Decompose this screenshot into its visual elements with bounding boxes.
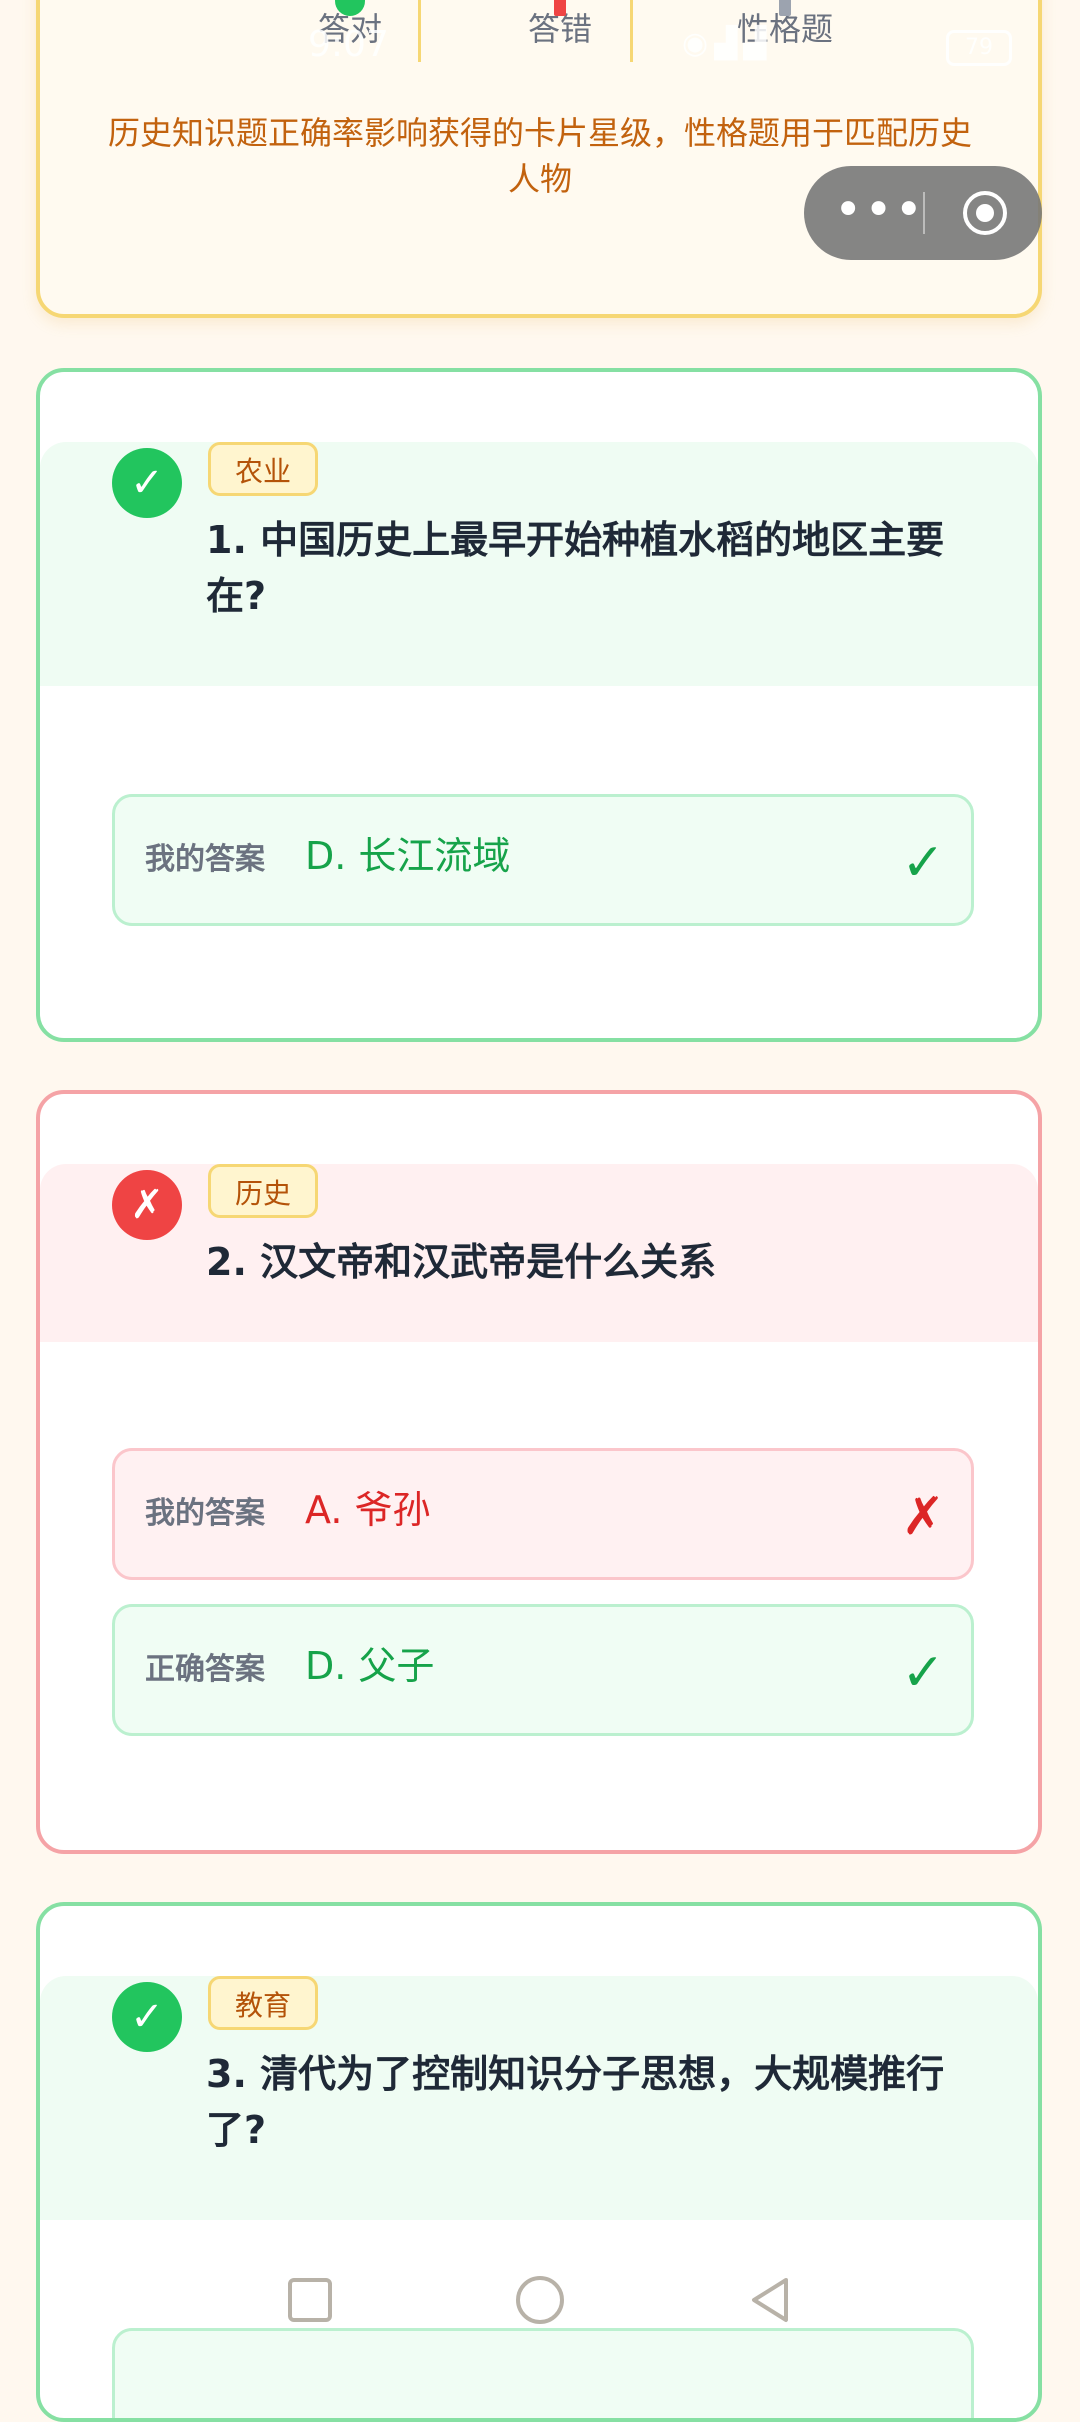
- answer-label: 正确答案: [145, 1652, 265, 1687]
- check-icon: ✓: [112, 448, 182, 518]
- system-nav-bar: [0, 2260, 1080, 2340]
- question-text: 3. 清代为了控制知识分子思想，大规模推行了?: [206, 2052, 945, 2152]
- back-icon[interactable]: [740, 2270, 800, 2330]
- question-text: 2. 汉文帝和汉武帝是什么关系: [206, 1240, 717, 1284]
- more-dots-icon[interactable]: •••: [834, 166, 923, 260]
- answer-label: 我的答案: [145, 1496, 265, 1531]
- check-mark-icon: ✓: [901, 1643, 945, 1703]
- check-mark-icon: ✓: [901, 833, 945, 893]
- cross-icon: ✗: [112, 1170, 182, 1240]
- home-icon[interactable]: [510, 2270, 570, 2330]
- my-answer-box: [112, 2328, 974, 2418]
- question-text: 1. 中国历史上最早开始种植水稻的地区主要在?: [206, 518, 945, 618]
- cross-mark-icon: ✗: [901, 1487, 945, 1547]
- stat-wrong-mark: [554, 0, 566, 16]
- answer-value: D. 长江流域: [305, 834, 511, 878]
- wifi-icon: ◉: [682, 26, 715, 61]
- capsule-divider: [923, 192, 925, 234]
- my-answer-box: 我的答案 A. 爷孙 ✗: [112, 1448, 974, 1580]
- recent-apps-icon[interactable]: [280, 2270, 340, 2330]
- question-header: ✓ 农业 1. 中国历史上最早开始种植水稻的地区主要在?: [40, 442, 1038, 686]
- question-card-3: ✓ 教育 3. 清代为了控制知识分子思想，大规模推行了?: [36, 1902, 1042, 2422]
- question-card-2: ✗ 历史 2. 汉文帝和汉武帝是什么关系 我的答案 A. 爷孙 ✗ 正确答案 D…: [36, 1090, 1042, 1854]
- correct-answer-box: 正确答案 D. 父子 ✓: [112, 1604, 974, 1736]
- category-tag: 教育: [208, 1976, 319, 2030]
- category-tag: 农业: [208, 442, 319, 496]
- status-time: 9:07: [308, 24, 389, 65]
- miniprogram-capsule: •••: [804, 166, 1042, 260]
- question-header: ✓ 教育 3. 清代为了控制知识分子思想，大规模推行了?: [40, 1976, 1038, 2220]
- battery-level: 79: [965, 35, 993, 60]
- battery-icon: 79: [946, 30, 1012, 66]
- my-answer-box: 我的答案 D. 长江流域 ✓: [112, 794, 974, 926]
- check-icon: ✓: [112, 1982, 182, 2052]
- answer-value: A. 爷孙: [305, 1488, 431, 1532]
- target-close-icon[interactable]: [960, 188, 1010, 238]
- signal-icon: ▟: [714, 26, 744, 61]
- stat-personality-mark: [779, 0, 791, 16]
- category-tag: 历史: [208, 1164, 319, 1218]
- answer-label: 我的答案: [145, 842, 265, 877]
- question-card-1: ✓ 农业 1. 中国历史上最早开始种植水稻的地区主要在? 我的答案 D. 长江流…: [36, 368, 1042, 1042]
- status-bar: 9:07 ◉▟▟ 79: [0, 22, 1080, 78]
- answer-value: D. 父子: [305, 1644, 435, 1688]
- question-header: ✗ 历史 2. 汉文帝和汉武帝是什么关系: [40, 1164, 1038, 1342]
- signal-icon: ▟: [743, 26, 773, 61]
- signal-wifi-icons: ◉▟▟: [682, 26, 772, 61]
